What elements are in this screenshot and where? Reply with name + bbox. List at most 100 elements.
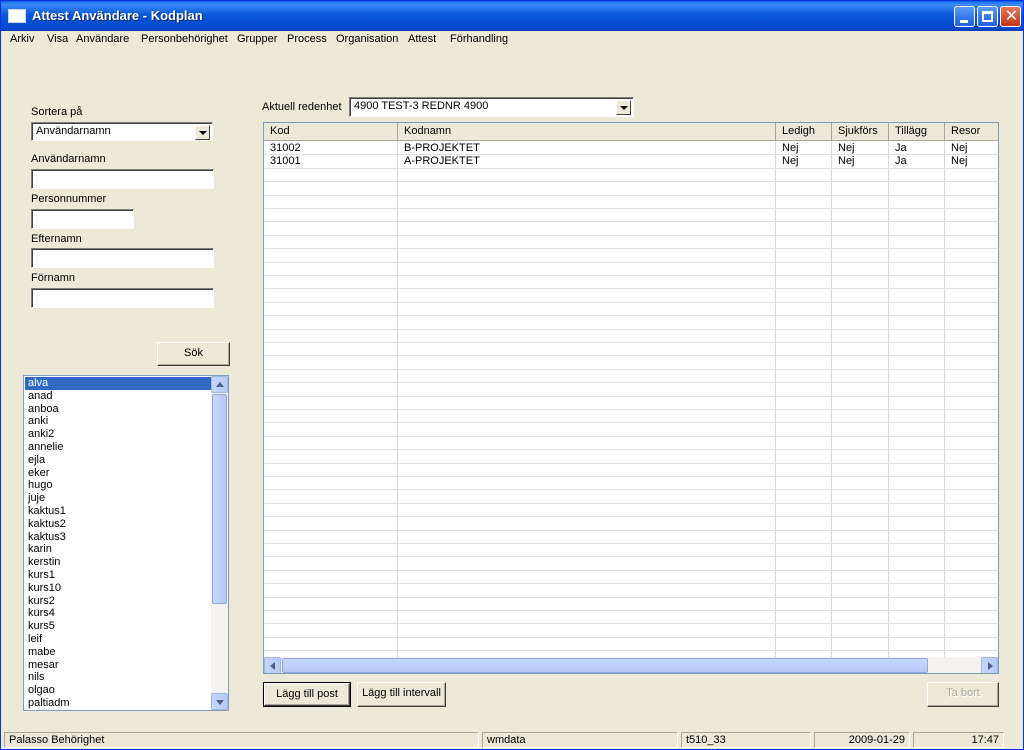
list-item[interactable]: mesar	[25, 659, 212, 672]
list-item[interactable]: hugo	[25, 479, 212, 492]
table-row[interactable]	[264, 196, 998, 209]
table-row[interactable]	[264, 598, 998, 611]
column-header-sjukfors[interactable]: Sjukförs	[832, 123, 889, 141]
table-row[interactable]	[264, 209, 998, 223]
table-row[interactable]	[264, 531, 998, 544]
list-item[interactable]: nils	[25, 671, 212, 684]
list-item[interactable]: anki2	[25, 428, 212, 441]
menu-visa[interactable]: Visa	[47, 33, 68, 45]
menu-grupper[interactable]: Grupper	[237, 33, 277, 45]
table-row[interactable]	[264, 276, 998, 290]
scroll-up-button[interactable]	[211, 376, 228, 393]
table-row[interactable]	[264, 182, 998, 196]
sort-dropdown-button[interactable]	[195, 125, 210, 140]
table-row[interactable]	[264, 517, 998, 531]
table-row[interactable]	[264, 249, 998, 263]
unit-dropdown[interactable]: 4900 TEST-3 REDNR 4900	[349, 97, 634, 117]
table-row[interactable]	[264, 316, 998, 330]
table-row[interactable]	[264, 330, 998, 343]
menu-process[interactable]: Process	[287, 33, 327, 45]
list-item[interactable]: kaktus1	[25, 505, 212, 518]
horizontal-scroll-thumb[interactable]	[282, 658, 928, 673]
table-row[interactable]	[264, 477, 998, 491]
unit-dropdown-button[interactable]	[616, 100, 631, 115]
table-row[interactable]	[264, 544, 998, 558]
list-item[interactable]: juje	[25, 492, 212, 505]
menu-attest[interactable]: Attest	[408, 33, 436, 45]
table-row[interactable]	[264, 356, 998, 370]
scroll-right-button[interactable]	[981, 657, 998, 673]
table-row[interactable]	[264, 638, 998, 652]
column-header-ledigh[interactable]: Ledigh	[776, 123, 832, 141]
remove-button[interactable]: Ta bort	[927, 682, 999, 707]
personnummer-input[interactable]	[31, 209, 134, 229]
column-header-resor[interactable]: Resor	[945, 123, 998, 141]
table-row[interactable]	[264, 343, 998, 357]
column-header-kodnamn[interactable]: Kodnamn	[398, 123, 776, 141]
add-interval-button[interactable]: Lägg till intervall	[357, 682, 446, 707]
list-item[interactable]: olgao	[25, 684, 212, 697]
title-bar[interactable]: Attest Användare - Kodplan ✕	[1, 1, 1023, 31]
fornamn-input[interactable]	[31, 288, 214, 308]
table-row[interactable]	[264, 624, 998, 638]
list-item[interactable]: kurs2	[25, 595, 212, 608]
list-item[interactable]: kaktus3	[25, 531, 212, 544]
table-row[interactable]: 31001 A-PROJEKTET Nej Nej Ja Nej	[264, 155, 998, 169]
table-row[interactable]	[264, 464, 998, 477]
table-row[interactable]	[264, 584, 998, 598]
table-row[interactable]	[264, 571, 998, 585]
close-button[interactable]: ✕	[1000, 6, 1021, 27]
search-button[interactable]: Sök	[157, 342, 230, 366]
table-row[interactable]	[264, 263, 998, 276]
table-row[interactable]	[264, 303, 998, 317]
table-row[interactable]	[264, 410, 998, 424]
table-row[interactable]	[264, 611, 998, 625]
list-item[interactable]: eker	[25, 467, 212, 480]
table-row[interactable]	[264, 383, 998, 397]
list-item[interactable]: alva	[25, 377, 212, 390]
table-row[interactable]	[264, 557, 998, 571]
table-row[interactable]	[264, 289, 998, 303]
menu-arkiv[interactable]: Arkiv	[10, 33, 34, 45]
list-item[interactable]: kurs5	[25, 620, 212, 633]
list-item[interactable]: ejla	[25, 454, 212, 467]
list-item[interactable]: kerstin	[25, 556, 212, 569]
menu-organisation[interactable]: Organisation	[336, 33, 398, 45]
list-item[interactable]: kurs10	[25, 582, 212, 595]
list-item[interactable]: kurs4	[25, 607, 212, 620]
grid-horizontal-scrollbar[interactable]	[264, 657, 998, 673]
list-item[interactable]: kurs1	[25, 569, 212, 582]
maximize-button[interactable]	[977, 6, 998, 27]
list-item[interactable]: karin	[25, 543, 212, 556]
user-list-scrollbar[interactable]	[211, 376, 228, 710]
list-item[interactable]: anboa	[25, 403, 212, 416]
kodplan-grid[interactable]: Kod Kodnamn Ledigh Sjukförs Tillägg Reso…	[263, 122, 999, 674]
scroll-left-button[interactable]	[264, 657, 281, 673]
list-item[interactable]: anki	[25, 415, 212, 428]
username-input[interactable]	[31, 169, 214, 189]
list-item[interactable]: leif	[25, 633, 212, 646]
add-post-button[interactable]: Lägg till post	[263, 682, 351, 707]
menu-anvandare[interactable]: Användare	[76, 33, 129, 45]
list-item[interactable]: kaktus2	[25, 518, 212, 531]
sort-dropdown[interactable]: Användarnamn	[31, 122, 213, 141]
table-row[interactable]	[264, 222, 998, 236]
column-header-tillagg[interactable]: Tillägg	[889, 123, 945, 141]
user-listbox[interactable]: alva anad anboa anki anki2 annelie ejla eker hug…	[23, 375, 229, 711]
table-row[interactable]	[264, 504, 998, 518]
menu-personbehorighet[interactable]: Personbehörighet	[141, 33, 228, 45]
table-row[interactable]	[264, 236, 998, 250]
column-header-kod[interactable]: Kod	[264, 123, 398, 141]
scroll-down-button[interactable]	[211, 693, 228, 710]
minimize-button[interactable]	[954, 6, 975, 27]
table-row[interactable]: 31002 B-PROJEKTET Nej Nej Ja Nej	[264, 142, 998, 156]
list-item[interactable]: mabe	[25, 646, 212, 659]
menu-forhandling[interactable]: Förhandling	[450, 33, 508, 45]
efternamn-input[interactable]	[31, 248, 214, 268]
table-row[interactable]	[264, 490, 998, 504]
table-row[interactable]	[264, 423, 998, 437]
list-item[interactable]: paltiadm	[25, 697, 212, 710]
table-row[interactable]	[264, 169, 998, 183]
table-row[interactable]	[264, 370, 998, 384]
table-row[interactable]	[264, 437, 998, 451]
